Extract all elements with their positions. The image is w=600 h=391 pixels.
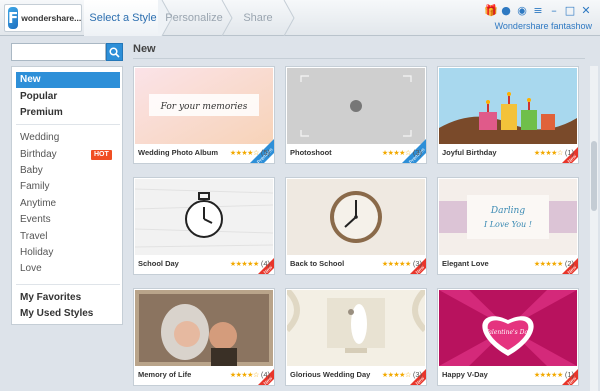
divider [16, 124, 120, 125]
sidebar-item-birthday[interactable]: Birthday HOT [16, 147, 120, 163]
sidebar-item-popular[interactable]: Popular [16, 89, 120, 105]
style-name: Photoshoot [290, 148, 332, 157]
review-count: (2) [564, 259, 574, 268]
style-rating: ★★★★☆ (3) [382, 148, 422, 157]
style-rating: ★★★★★ (1) [534, 370, 574, 379]
rating-stars-icon: ★★★★☆ [229, 371, 259, 379]
style-card-memory-of-life[interactable]: New Memory of Life ★★★★☆ (4) [133, 288, 275, 386]
style-rating: ★★★★☆ (4) [230, 370, 270, 379]
style-name: Joyful Birthday [442, 148, 497, 157]
title-bar: F wondershare... Select a Style Personal… [0, 0, 600, 36]
style-card-elegant-love[interactable]: Darling I Love You ! New Elegant Love ★★… [437, 177, 579, 275]
gift-icon[interactable]: 🎁 [484, 5, 498, 17]
style-rating: ★★★★☆ (1) [534, 148, 574, 157]
review-count: (3) [412, 148, 422, 157]
sidebar-item-family[interactable]: Family [16, 179, 120, 195]
svg-text:I Love You !: I Love You ! [483, 220, 532, 229]
search-button[interactable] [106, 43, 123, 61]
sidebar-item-holiday[interactable]: Holiday [16, 245, 120, 261]
sidebar-item-new[interactable]: New [16, 72, 120, 88]
feedback-icon[interactable]: ◉ [516, 5, 528, 17]
search-input[interactable] [11, 43, 106, 61]
rating-stars-icon: ★★★★☆ [381, 371, 411, 379]
rating-stars-icon: ★★★★★ [533, 260, 563, 268]
style-card-happy-v-day[interactable]: Valentine's Day New Happy V-Day ★★★★★ (1… [437, 288, 579, 386]
step-chevron-icon [283, 0, 295, 36]
divider [133, 58, 585, 59]
brand-label: Wondershare fantashow [494, 21, 592, 31]
fantashow-logo-icon: F [8, 7, 19, 29]
style-name: School Day [138, 259, 179, 268]
style-name: Glorious Wedding Day [290, 370, 371, 379]
style-card-joyful-birthday[interactable]: New Joyful Birthday ★★★★☆ (1) [437, 66, 579, 164]
category-sidebar: New Popular Premium Wedding Birthday HOT… [11, 66, 123, 325]
review-count: (3) [412, 259, 422, 268]
review-count: (5) [260, 148, 270, 157]
style-name: Elegant Love [442, 259, 489, 268]
style-rating: ★★★★★ (4) [230, 259, 270, 268]
hot-badge: HOT [91, 150, 112, 160]
search-icon [109, 46, 120, 58]
style-grid: For your memories Premium Wedding Photo … [133, 66, 585, 391]
scrollbar-thumb[interactable] [591, 141, 597, 211]
rating-stars-icon: ★★★★★ [229, 260, 259, 268]
step-personalize[interactable]: Personalize [164, 0, 224, 36]
sidebar-item-my-favorites[interactable]: My Favorites [16, 290, 120, 306]
svg-text:Darling: Darling [490, 206, 525, 216]
close-icon[interactable]: ✕ [580, 5, 592, 17]
divider [16, 284, 120, 285]
step-select-style[interactable]: Select a Style [84, 0, 162, 36]
window-controls: 🎁 ● ◉ ≡ – □ ✕ [484, 5, 592, 17]
review-count: (1) [564, 370, 574, 379]
style-rating: ★★★★★ (3) [382, 259, 422, 268]
app-logo: F wondershare... [4, 4, 82, 32]
vertical-scrollbar[interactable] [590, 66, 598, 391]
style-card-school-day[interactable]: New School Day ★★★★★ (4) [133, 177, 275, 275]
maximize-icon[interactable]: □ [564, 5, 576, 17]
review-count: (3) [412, 370, 422, 379]
style-card-wedding-photo-album[interactable]: For your memories Premium Wedding Photo … [133, 66, 275, 164]
review-count: (1) [564, 148, 574, 157]
section-title: New [133, 43, 156, 55]
review-count: (4) [260, 370, 270, 379]
rating-stars-icon: ★★★★★ [533, 371, 563, 379]
rating-stars-icon: ★★★★★ [381, 260, 411, 268]
style-rating: ★★★★☆ (5) [230, 148, 270, 157]
style-name: Back to School [290, 259, 345, 268]
style-card-photoshoot[interactable]: Premium Photoshoot ★★★★☆ (3) [285, 66, 427, 164]
thumbnail-text: For your memories [160, 102, 248, 112]
style-name: Memory of Life [138, 370, 192, 379]
minimize-icon[interactable]: – [548, 5, 560, 17]
search-box [11, 43, 123, 61]
style-name: Wedding Photo Album [138, 148, 218, 157]
style-card-back-to-school[interactable]: New Back to School ★★★★★ (3) [285, 177, 427, 275]
style-rating: ★★★★☆ (3) [382, 370, 422, 379]
sidebar-item-label: Birthday [20, 149, 57, 160]
style-name: Happy V-Day [442, 370, 488, 379]
logo-text: wondershare... [21, 13, 82, 23]
sidebar-item-baby[interactable]: Baby [16, 163, 120, 179]
chat-icon[interactable]: ● [500, 5, 512, 17]
sidebar-item-events[interactable]: Events [16, 212, 120, 228]
sidebar-item-anytime[interactable]: Anytime [16, 196, 120, 212]
review-count: (4) [260, 259, 270, 268]
style-card-glorious-wedding-day[interactable]: New Glorious Wedding Day ★★★★☆ (3) [285, 288, 427, 386]
svg-text:Valentine's Day: Valentine's Day [485, 329, 532, 336]
menu-icon[interactable]: ≡ [532, 5, 544, 17]
rating-stars-icon: ★★★★☆ [381, 149, 411, 157]
rating-stars-icon: ★★★★☆ [229, 149, 259, 157]
style-rating: ★★★★★ (2) [534, 259, 574, 268]
sidebar-item-love[interactable]: Love [16, 261, 120, 277]
sidebar-item-premium[interactable]: Premium [16, 105, 120, 121]
sidebar-item-wedding[interactable]: Wedding [16, 130, 120, 146]
rating-stars-icon: ★★★★☆ [533, 149, 563, 157]
step-share[interactable]: Share [230, 0, 286, 36]
sidebar-item-my-used-styles[interactable]: My Used Styles [16, 306, 120, 322]
sidebar-item-travel[interactable]: Travel [16, 229, 120, 245]
